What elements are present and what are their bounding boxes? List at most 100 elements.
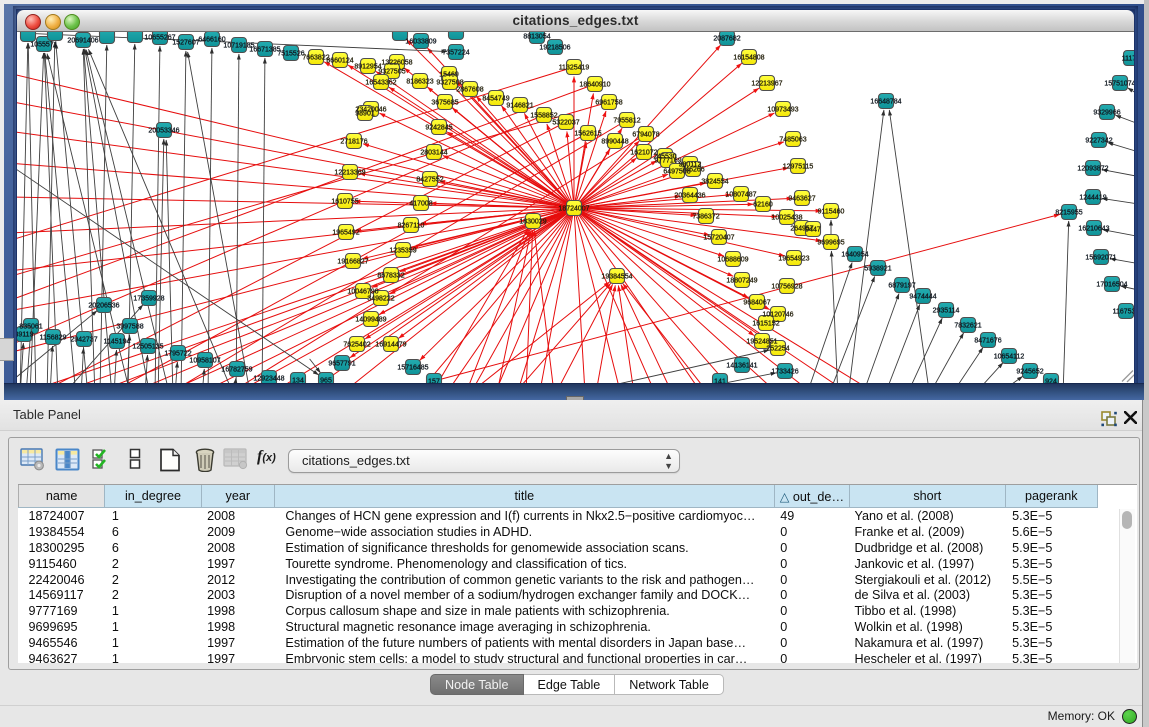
svg-text:5322037: 5322037 <box>552 119 579 126</box>
svg-text:10688609: 10688609 <box>717 256 748 263</box>
svg-text:746266: 746266 <box>681 166 704 173</box>
svg-text:11325419: 11325419 <box>559 64 590 71</box>
svg-text:16033809: 16033809 <box>405 38 436 45</box>
svg-text:1610755: 1610755 <box>331 198 358 205</box>
svg-text:9329966: 9329966 <box>1093 109 1120 116</box>
svg-text:6879197: 6879197 <box>888 282 915 289</box>
svg-text:1562615: 1562615 <box>574 130 601 137</box>
svg-text:2718176: 2718176 <box>340 138 367 145</box>
svg-text:1615152: 1615152 <box>752 320 779 327</box>
svg-text:20691406: 20691406 <box>67 37 98 44</box>
svg-text:17016504: 17016504 <box>1096 281 1127 288</box>
svg-text:252254: 252254 <box>766 345 789 352</box>
svg-text:12093872: 12093872 <box>1077 165 1108 172</box>
svg-text:62160: 62160 <box>753 201 773 208</box>
svg-text:6961758: 6961758 <box>595 99 622 106</box>
svg-text:1527607: 1527607 <box>172 39 199 46</box>
svg-text:16648784: 16648784 <box>870 98 901 105</box>
svg-text:2087682: 2087682 <box>713 35 740 42</box>
svg-text:9146821: 9146821 <box>506 102 533 109</box>
svg-text:1558852: 1558852 <box>530 112 557 119</box>
svg-text:2867608: 2867608 <box>456 86 483 93</box>
svg-text:12213967: 12213967 <box>751 80 782 87</box>
svg-text:98901: 98901 <box>355 110 375 117</box>
svg-text:1156829: 1156829 <box>40 334 67 341</box>
svg-text:19384554: 19384554 <box>601 273 632 280</box>
svg-text:14099489: 14099489 <box>355 316 386 323</box>
svg-text:7357224: 7357224 <box>442 49 469 56</box>
svg-text:3824554: 3824554 <box>701 178 728 185</box>
svg-text:8267110: 8267110 <box>398 222 425 229</box>
svg-text:9684067: 9684067 <box>743 299 770 306</box>
svg-text:9115460: 9115460 <box>818 208 845 215</box>
svg-text:10756928: 10756928 <box>771 283 802 290</box>
svg-text:18640910: 18640910 <box>579 81 610 88</box>
svg-text:16543362: 16543362 <box>365 79 396 86</box>
svg-text:12923448: 12923448 <box>253 375 284 382</box>
svg-text:20364436: 20364436 <box>674 192 705 199</box>
svg-text:7515526: 7515526 <box>277 50 304 57</box>
svg-text:13226058: 13226058 <box>381 59 412 66</box>
svg-text:9227342: 9227342 <box>1085 137 1112 144</box>
svg-text:3675685: 3675685 <box>431 99 458 106</box>
svg-text:9245652: 9245652 <box>1016 368 1043 375</box>
svg-text:7386372: 7386372 <box>692 213 719 220</box>
svg-text:835061: 835061 <box>19 323 42 330</box>
svg-text:11173: 11173 <box>1122 55 1134 62</box>
svg-text:1733426: 1733426 <box>771 368 798 375</box>
svg-text:19218506: 19218506 <box>539 44 570 51</box>
svg-text:20053346: 20053346 <box>148 127 179 134</box>
svg-text:2935114: 2935114 <box>933 307 960 314</box>
svg-text:417008: 417008 <box>409 200 432 207</box>
svg-text:2803144: 2803144 <box>420 149 447 156</box>
svg-text:10973493: 10973493 <box>767 106 798 113</box>
svg-text:1830029: 1830029 <box>519 218 546 225</box>
svg-text:14136141: 14136141 <box>726 362 757 369</box>
svg-text:8215955: 8215955 <box>1055 209 1082 216</box>
svg-text:8471676: 8471676 <box>974 337 1001 344</box>
svg-text:17359928: 17359928 <box>133 295 164 302</box>
svg-text:16782759: 16782759 <box>221 366 252 373</box>
svg-text:8454749: 8454749 <box>482 95 509 102</box>
svg-text:9327505: 9327505 <box>378 68 405 75</box>
svg-text:10655267: 10655267 <box>144 34 175 41</box>
svg-text:7955812: 7955812 <box>613 117 640 124</box>
svg-text:18724007: 18724007 <box>558 205 589 212</box>
svg-text:8813054: 8813054 <box>523 33 550 40</box>
svg-text:7625402: 7625402 <box>343 341 370 348</box>
svg-text:10120746: 10120746 <box>762 311 793 318</box>
svg-text:1235359: 1235359 <box>389 247 416 254</box>
svg-text:1965492: 1965492 <box>332 229 359 236</box>
svg-text:8186323: 8186323 <box>406 78 433 85</box>
svg-text:6466160: 6466160 <box>198 36 225 43</box>
svg-text:10654112: 10654112 <box>994 353 1025 360</box>
svg-text:9657791: 9657791 <box>328 360 355 367</box>
svg-text:10025438: 10025438 <box>771 214 802 221</box>
svg-text:2942737: 2942737 <box>70 336 97 343</box>
svg-text:9447: 9447 <box>805 226 821 233</box>
svg-text:3997588: 3997588 <box>116 323 143 330</box>
svg-text:1640954: 1640954 <box>841 251 868 258</box>
svg-text:6794078: 6794078 <box>632 131 659 138</box>
svg-text:10046796: 10046796 <box>347 288 378 295</box>
svg-text:8427552: 8427552 <box>416 176 443 183</box>
svg-text:9242845: 9242845 <box>425 124 452 131</box>
svg-text:16154808: 16154808 <box>733 54 764 61</box>
svg-text:7485063: 7485063 <box>779 136 806 143</box>
svg-text:18807249: 18807249 <box>726 277 757 284</box>
svg-text:10958107: 10958107 <box>189 357 220 364</box>
svg-text:8990448: 8990448 <box>601 138 628 145</box>
svg-text:3498222: 3498222 <box>367 295 394 302</box>
svg-text:10807487: 10807487 <box>725 191 756 198</box>
svg-text:1244419: 1244419 <box>1079 194 1106 201</box>
svg-text:20206536: 20206536 <box>88 302 119 309</box>
svg-text:15716485: 15716485 <box>397 364 428 371</box>
svg-text:15692071: 15692071 <box>1085 254 1116 261</box>
svg-text:1145194: 1145194 <box>104 338 131 345</box>
svg-text:16914479: 16914479 <box>375 341 406 348</box>
svg-text:16210643: 16210643 <box>1078 225 1109 232</box>
svg-text:12213369: 12213369 <box>334 169 365 176</box>
svg-text:9327508: 9327508 <box>436 79 463 86</box>
svg-text:19524851: 19524851 <box>746 338 777 345</box>
svg-text:5938921: 5938921 <box>864 265 891 272</box>
